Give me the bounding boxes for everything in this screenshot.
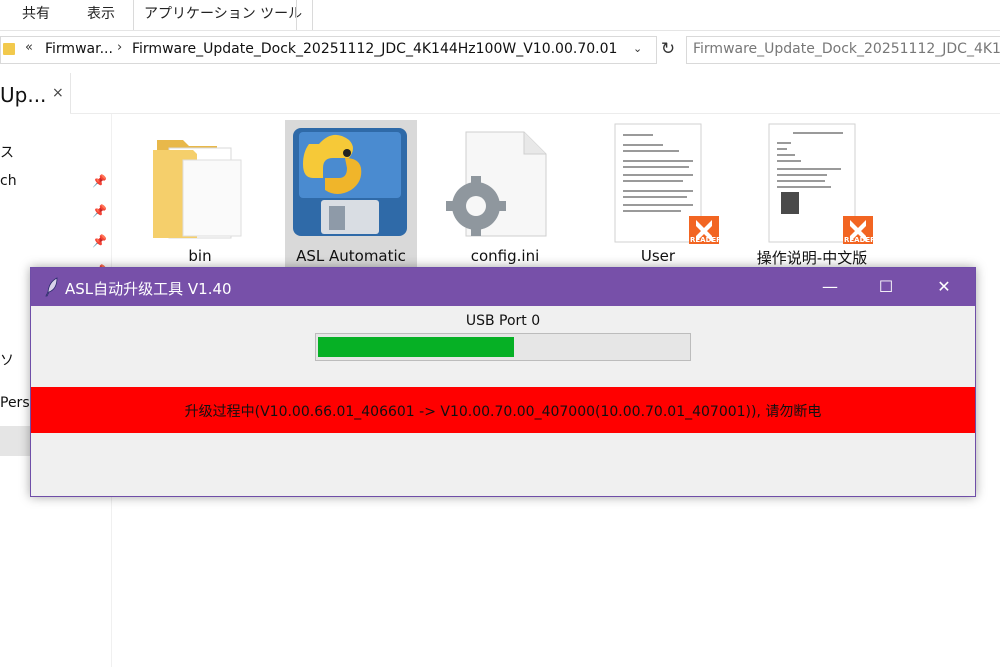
divider <box>70 113 1000 114</box>
file-label: bin <box>188 247 212 265</box>
address-row: « Firmwar... › Firmware_Update_Dock_2025… <box>0 33 1000 67</box>
feather-icon <box>45 277 58 297</box>
file-label: 操作说明-中文版 <box>756 249 868 267</box>
tab-application-tools[interactable]: アプリケーション ツール <box>133 0 314 30</box>
breadcrumb-current-folder[interactable]: Firmware_Update_Dock_20251112_JDC_4K144H… <box>132 41 617 57</box>
file-item-asl-automatic[interactable]: ASL Automatic <box>285 120 417 268</box>
breadcrumb-firmware[interactable]: Firmwar... <box>45 41 113 57</box>
python-app-icon <box>285 120 415 245</box>
progress-fill <box>318 337 514 357</box>
file-item-config[interactable]: config.ini <box>440 120 570 268</box>
search-input[interactable]: Firmware_Update_Dock_20251112_JDC_4K144 <box>686 36 1000 64</box>
pdf-reader-icon <box>593 120 723 245</box>
file-item-manual-chinese[interactable]: READER 操作说明-中文版 <box>747 120 877 268</box>
file-item-user[interactable]: READER User <box>593 120 723 268</box>
close-button[interactable]: ✕ <box>921 268 967 306</box>
file-label: ASL Automatic <box>296 247 406 265</box>
maximize-button[interactable]: ☐ <box>863 268 909 306</box>
upgrade-progress-bar <box>315 333 691 361</box>
folder-tab-title: Up... <box>0 83 47 107</box>
tab-share[interactable]: 共有 <box>12 0 60 30</box>
window-titlebar[interactable]: ASL自动升级工具 V1.40 — ☐ ✕ <box>31 268 975 306</box>
tab-view[interactable]: 表示 <box>77 0 125 30</box>
usb-port-label: USB Port 0 <box>465 313 541 329</box>
status-banner: 升级过程中(V10.00.66.01_406601 -> V10.00.70.0… <box>31 387 975 433</box>
nav-item-3[interactable]: ソ <box>0 350 14 370</box>
ribbon-divider <box>296 0 297 30</box>
breadcrumb-arrow[interactable]: › <box>117 40 122 55</box>
folder-icon <box>135 120 265 245</box>
nav-item-selected[interactable] <box>0 426 30 456</box>
asl-upgrade-window: ASL自动升级工具 V1.40 — ☐ ✕ USB Port 0 升级过程中(V… <box>30 267 976 497</box>
breadcrumb-overflow[interactable]: « <box>25 40 33 55</box>
file-label: config.ini <box>470 247 540 265</box>
nav-item-2[interactable]: ch <box>0 173 17 189</box>
refresh-button[interactable]: ↻ <box>656 36 680 64</box>
file-item-bin[interactable]: bin <box>135 120 265 268</box>
folder-icon <box>3 43 15 55</box>
nav-item-1[interactable]: ス <box>0 142 14 162</box>
reader-badge: READER <box>690 236 722 244</box>
chevron-down-icon[interactable]: ⌄ <box>633 42 642 55</box>
pdf-reader-icon <box>747 120 877 245</box>
search-text: Firmware_Update_Dock_20251112_JDC_4K144 <box>693 41 1000 57</box>
file-label: User <box>640 247 676 265</box>
pin-icon[interactable]: 📌 <box>92 234 107 248</box>
config-file-icon <box>440 120 570 245</box>
close-icon[interactable]: × <box>52 85 64 101</box>
folder-tab[interactable]: Up... × <box>0 73 71 115</box>
minimize-button[interactable]: — <box>807 268 853 306</box>
reader-badge: READER <box>844 236 876 244</box>
address-bar[interactable]: « Firmwar... › Firmware_Update_Dock_2025… <box>0 36 657 64</box>
pin-icon[interactable]: 📌 <box>92 204 107 218</box>
status-text: 升级过程中(V10.00.66.01_406601 -> V10.00.70.0… <box>184 404 822 420</box>
pin-icon[interactable]: 📌 <box>92 174 107 188</box>
window-title: ASL自动升级工具 V1.40 <box>65 280 232 298</box>
ribbon-tabs: 共有 表示 アプリケーション ツール <box>0 0 1000 31</box>
